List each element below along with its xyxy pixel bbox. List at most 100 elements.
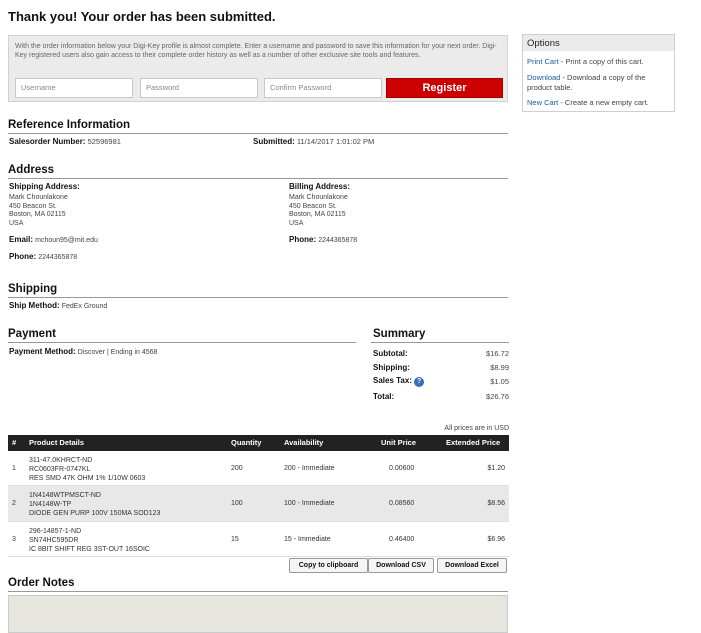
unit-price: 0.08560 (389, 500, 415, 507)
sales-tax-value: $1.05 (490, 377, 509, 386)
option-new-cart: New Cart - Create a new empty cart. (523, 98, 673, 108)
subtotal-value: $16.72 (486, 349, 509, 358)
description: DIODE GEN PURP 100V 150MA SOD123 (29, 510, 161, 517)
total-value: $26.76 (486, 392, 509, 401)
registration-panel: With the order information below your Di… (8, 35, 508, 102)
shipping-address-line: Boston, MA 02115 (9, 211, 66, 218)
shipping-cost-label: Shipping: (373, 363, 410, 372)
extended-price: $8.56 (487, 500, 505, 507)
table-row: 1 311-47.0KHRCT-ND RC0603FR-0747KL RES S… (8, 451, 509, 486)
new-cart-desc: - Create a new empty cart. (558, 98, 649, 107)
mfr-part-number: 1N4148W-TP (29, 501, 72, 508)
option-print: Print Cart - Print a copy of this cart. (523, 57, 673, 67)
order-notes-textarea[interactable] (8, 595, 508, 633)
col-quantity-header: Quantity (231, 438, 262, 447)
payment-method-field: Payment Method: Discover | Ending in 456… (9, 347, 157, 356)
description: RES SMD 47K OHM 1% 1/10W 0603 (29, 475, 146, 482)
email-label: Email: (9, 235, 34, 244)
submitted-value: 11/14/2017 1:01:02 PM (296, 137, 375, 146)
shipping-address-line: 450 Beacon St. (9, 202, 57, 210)
phone-field: Phone: 2244365878 (9, 252, 77, 261)
payment-method-value: Discover | Ending in 4568 (77, 349, 158, 356)
product-details: 296-14857-1-ND SN74HC595DR IC 8BIT SHIFT… (29, 527, 150, 554)
summary-title: Summary (373, 328, 426, 340)
register-button[interactable]: Register (386, 78, 503, 98)
sales-tax-label: Sales Tax: (373, 376, 412, 385)
shipping-address: Mark Chounlakone 450 Beacon St. Boston, … (9, 194, 68, 228)
shipping-cost-value: $8.99 (490, 363, 509, 372)
unit-price: 0.00600 (389, 465, 415, 472)
product-details: 311-47.0KHRCT-ND RC0603FR-0747KL RES SMD… (29, 456, 145, 483)
address-divider (8, 178, 508, 179)
row-number: 3 (12, 536, 16, 543)
download-excel-button[interactable]: Download Excel (437, 558, 507, 573)
mfr-part-number: SN74HC595DR (29, 537, 79, 544)
phone-label: Phone: (9, 252, 37, 261)
salesorder-value: 52596981 (87, 137, 121, 146)
shipping-title: Shipping (8, 283, 58, 295)
shipping-divider (8, 297, 508, 298)
extended-price: $6.96 (487, 536, 505, 543)
ship-method-field: Ship Method: FedEx Ground (9, 301, 107, 310)
availability: 100 - Immediate (284, 500, 335, 507)
row-number: 1 (12, 465, 16, 472)
billing-address-line: Mark Chounlakone (289, 194, 348, 201)
table-row: 2 1N4148WTPMSCT-ND 1N4148W-TP DIODE GEN … (8, 486, 509, 522)
new-cart-link[interactable]: New Cart (527, 98, 558, 107)
table-header: # Product Details Quantity Availability … (8, 435, 509, 451)
col-product-header: Product Details (29, 438, 85, 447)
order-notes-title: Order Notes (8, 577, 75, 589)
confirm-password-input[interactable]: Confirm Password (264, 78, 382, 98)
salesorder-field: Salesorder Number: 52596981 (9, 137, 121, 146)
print-cart-link[interactable]: Print Cart (527, 57, 559, 66)
payment-divider (8, 342, 356, 343)
billing-phone-label: Phone: (289, 235, 317, 244)
col-availability-header: Availability (284, 438, 324, 447)
description: IC 8BIT SHIFT REG 3ST-OUT 16SOIC (29, 546, 150, 553)
payment-method-label: Payment Method: (9, 347, 76, 356)
part-number: 296-14857-1-ND (29, 528, 82, 535)
availability: 15 - Immediate (284, 536, 331, 543)
product-details: 1N4148WTPMSCT-ND 1N4148W-TP DIODE GEN PU… (29, 491, 160, 518)
option-download: Download - Download a copy of the produc… (523, 73, 673, 92)
email-value: mchoun95@mit.edu (35, 237, 98, 244)
billing-address-line: USA (289, 219, 304, 227)
ship-method-label: Ship Method: (9, 301, 60, 310)
download-csv-button[interactable]: Download CSV (368, 558, 434, 573)
page-title: Thank you! Your order has been submitted… (8, 9, 276, 24)
availability: 200 - Immediate (284, 465, 335, 472)
subtotal-label: Subtotal: (373, 349, 408, 358)
quantity: 15 (231, 536, 239, 543)
summary-divider (371, 342, 509, 343)
unit-price: 0.46400 (389, 536, 415, 543)
email-field: Email: mchoun95@mit.edu (9, 235, 98, 244)
extended-price: $1.20 (487, 465, 505, 472)
options-panel: Options Print Cart - Print a copy of thi… (522, 34, 675, 112)
help-icon[interactable]: ? (414, 377, 425, 387)
mfr-part-number: RC0603FR-0747KL (29, 466, 91, 473)
password-input[interactable]: Password (140, 78, 258, 98)
row-number: 2 (12, 500, 16, 507)
username-input[interactable]: Username (15, 78, 133, 98)
ship-method-value: FedEx Ground (61, 303, 108, 310)
billing-address-line: 450 Beacon St. (289, 202, 337, 210)
currency-note: All prices are in USD (444, 425, 509, 432)
print-cart-desc: - Print a copy of this cart. (558, 57, 644, 66)
download-link[interactable]: Download (527, 73, 560, 82)
copy-to-clipboard-button[interactable]: Copy to clipboard (289, 558, 368, 573)
payment-title: Payment (8, 328, 56, 340)
phone-value: 2244365878 (38, 254, 78, 261)
address-title: Address (8, 164, 55, 176)
reference-title: Reference Information (8, 119, 131, 131)
billing-phone-value: 2244365878 (318, 237, 358, 244)
billing-address-label: Billing Address: (289, 182, 351, 191)
col-extended-price-header: Extended Price (446, 438, 501, 447)
sales-tax-field: Sales Tax: ? (373, 376, 425, 387)
total-label: Total: (373, 392, 395, 401)
submitted-label: Submitted: (253, 137, 295, 146)
billing-address: Mark Chounlakone 450 Beacon St. Boston, … (289, 194, 348, 228)
salesorder-label: Salesorder Number: (9, 137, 86, 146)
part-number: 1N4148WTPMSCT-ND (29, 492, 101, 499)
billing-phone-field: Phone: 2244365878 (289, 235, 357, 244)
col-number-header: # (12, 438, 17, 447)
